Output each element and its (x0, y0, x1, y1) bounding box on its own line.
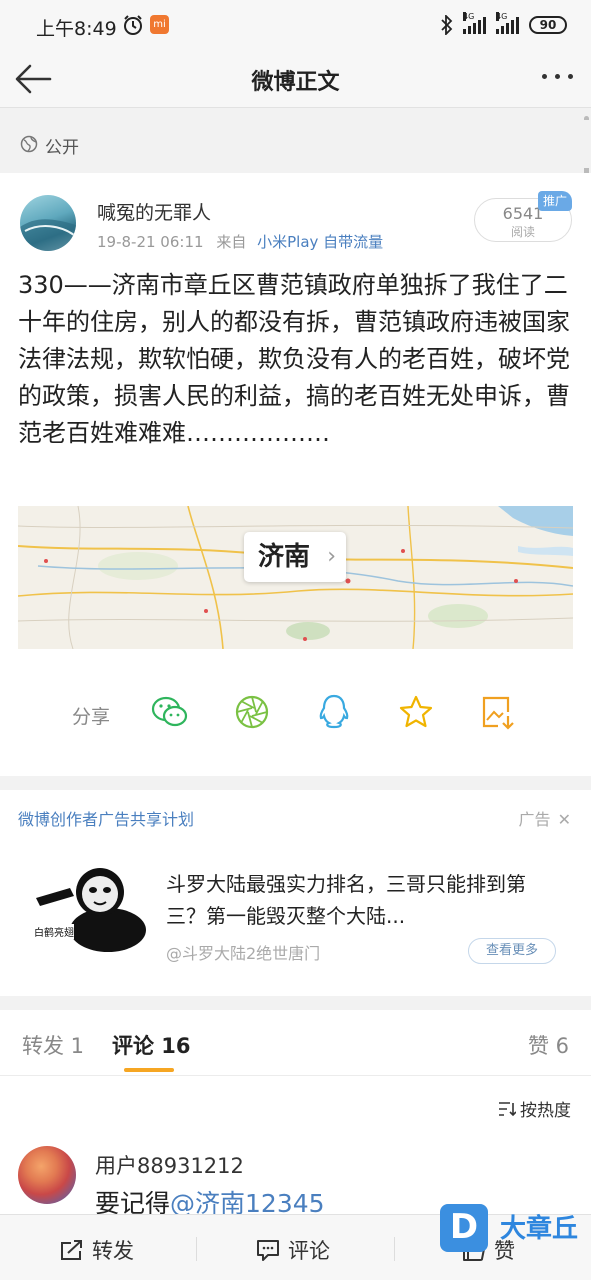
divider (196, 1237, 197, 1261)
commenter-name[interactable]: 用户88931212 (95, 1150, 244, 1180)
sort-label: 按热度 (520, 1101, 571, 1121)
comment-icon (257, 1240, 279, 1261)
commenter-avatar[interactable] (18, 1146, 76, 1204)
bluetooth-icon (441, 15, 453, 35)
mi-app-icon: mi (150, 15, 169, 34)
close-icon[interactable]: ✕ (558, 810, 571, 829)
page-title: 微博正文 (251, 70, 340, 95)
comment-label: 评论 (288, 1239, 330, 1263)
qq-icon[interactable] (314, 692, 354, 732)
share-row: 分享 (0, 678, 591, 748)
sort-icon (499, 1101, 516, 1116)
active-tab-indicator (124, 1068, 174, 1072)
share-label: 分享 (72, 706, 111, 728)
location-map[interactable]: 济南 › (18, 506, 573, 649)
chevron-right-icon: › (327, 544, 337, 569)
author-name[interactable]: 喊冤的无罪人 (97, 198, 211, 225)
nav-bar: 微博正文 (0, 52, 591, 108)
visibility-label: 公开 (45, 138, 79, 158)
sort-button[interactable]: 按热度 (498, 1096, 571, 1121)
comment-list: 按热度 用户88931212 要记得@济南12345 (0, 1076, 591, 1218)
battery-icon: 90 (529, 16, 567, 34)
post-card: 喊冤的无罪人 19-8-21 06:11 来自 小米Play 自带流量 6541… (0, 173, 591, 776)
avatar-image (20, 219, 76, 251)
ad-program-title[interactable]: 微博创作者广告共享计划 (18, 806, 194, 830)
read-label: 阅读 (510, 225, 535, 239)
alarm-icon (124, 15, 142, 35)
interaction-tabs: 转发 1 评论 16 赞 6 (0, 1010, 591, 1076)
divider (394, 1237, 395, 1261)
visibility-strip: 公开 (0, 120, 591, 168)
watermark: D 大章丘 (440, 1204, 590, 1260)
comment-button[interactable]: 评论 (256, 1235, 330, 1265)
more-options-icon[interactable] (542, 74, 573, 79)
post-date: 19-8-21 06:11 (97, 233, 204, 251)
favorite-star-icon[interactable] (396, 692, 436, 732)
map-city: 济南 (258, 542, 311, 572)
post-content: 330——济南市章丘区曹范镇政府单独拆了我住了二十年的住房，别人的都没有拆，曹范… (18, 271, 570, 447)
ad-image[interactable]: 白鹤亮翅 (30, 860, 150, 952)
ad-source[interactable]: @斗罗大陆2绝世唐门 (166, 940, 320, 964)
signal-icon: 4G (463, 12, 486, 34)
watermark-logo: D (440, 1204, 488, 1252)
moments-icon[interactable] (232, 692, 272, 732)
see-more-button[interactable]: 查看更多 (468, 938, 556, 964)
ad-headline[interactable]: 斗罗大陆最强实力排名，三哥只能排到第三？第一能毁灭整个大陆... (166, 868, 546, 932)
repost-button[interactable]: 转发 (60, 1235, 134, 1265)
post-source[interactable]: 小米Play 自带流量 (257, 233, 383, 251)
tab-comment[interactable]: 评论 16 (112, 1030, 191, 1060)
ad-image-caption: 白鹤亮翅 (34, 924, 74, 939)
promo-badge: 推广 (538, 191, 572, 211)
source-prefix: 来自 (216, 233, 247, 251)
watermark-text: 大章丘 (500, 1214, 579, 1244)
status-bar: 上午8:49 mi 4G 4G 90 (0, 0, 591, 52)
post-meta: 19-8-21 06:11 来自 小米Play 自带流量 (97, 231, 383, 252)
signal-icon: 4G (496, 12, 519, 34)
ad-tag-label: 广告 (518, 810, 551, 829)
map-location-label[interactable]: 济南 › (244, 532, 347, 582)
wechat-icon[interactable] (150, 692, 190, 732)
status-time: 上午8:49 (36, 18, 117, 40)
globe-icon (20, 135, 38, 153)
ad-card[interactable]: 微博创作者广告共享计划 广告 ✕ 白鹤亮翅 斗罗大陆最强实力排名，三哥只能排到第… (0, 790, 591, 996)
save-image-icon[interactable] (478, 692, 518, 732)
network-type: 4G (496, 12, 508, 21)
repost-icon (61, 1240, 82, 1260)
repost-label: 转发 (92, 1239, 134, 1263)
network-type: 4G (463, 12, 475, 21)
tab-repost[interactable]: 转发 1 (22, 1030, 84, 1060)
author-avatar[interactable] (20, 195, 76, 251)
ad-tag[interactable]: 广告 ✕ (518, 806, 571, 830)
tab-like[interactable]: 赞 6 (528, 1030, 569, 1060)
